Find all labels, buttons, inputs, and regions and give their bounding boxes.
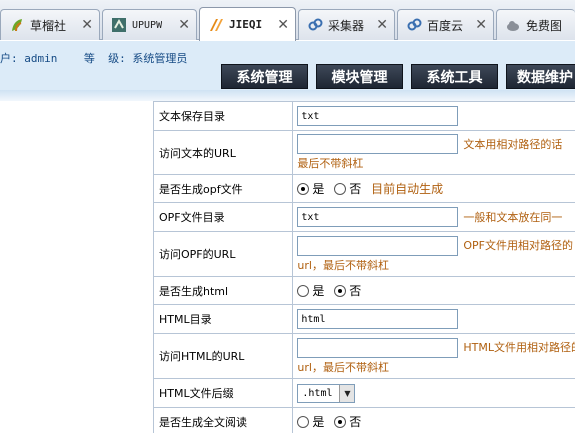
field-label: 是否生成opf文件 [152,174,294,203]
browser-tab-5[interactable]: 免费图 [496,9,575,40]
browser-tab-3[interactable]: 采集器 ✕ [298,9,395,40]
nav-system-manage[interactable]: 系统管理 [221,64,308,89]
main-nav: 系统管理 模块管理 系统工具 数据维护 [221,64,575,89]
link-icon [307,17,323,33]
field-label: 访问HTML的URL [152,333,294,379]
radio-label: 否 [349,182,362,196]
html-suffix-select[interactable]: .html ▼ [297,383,356,403]
close-icon[interactable]: ✕ [178,17,190,33]
nav-system-tools[interactable]: 系统工具 [411,64,498,89]
table-row: 是否生成全文阅读 是 否 [152,407,575,433]
field-label: 是否生成html [152,276,294,305]
opf-no-radio[interactable] [334,182,347,195]
field-hint: 目前自动生成 [371,182,444,196]
text-save-dir-input[interactable] [297,106,459,126]
browser-tab-0[interactable]: 草榴社 ✕ [0,9,100,40]
opf-dir-input[interactable] [297,207,459,227]
fulltext-no-radio[interactable] [334,415,347,428]
opf-url-input[interactable] [297,235,459,256]
radio-label: 否 [349,284,362,298]
field-hint: OPF文件用相对路径的 [463,239,574,252]
main-content: 文本保存目录 访问文本的URL 文本用相对路径的话 最后不带斜杠 是否生成opf… [0,101,575,433]
chevron-down-icon[interactable]: ▼ [339,384,355,402]
tab-label: 采集器 [328,18,365,33]
radio-label: 否 [349,415,362,429]
tab-label: 草榴社 [30,18,67,33]
table-row: 访问文本的URL 文本用相对路径的话 最后不带斜杠 [152,130,575,175]
field-label: 是否生成全文阅读 [152,407,294,433]
table-row: 访问HTML的URL HTML文件用相对路径的 url，最后不带斜杠 [152,333,575,379]
jieqi-icon [208,17,224,33]
field-label: 文本保存目录 [152,101,294,131]
nav-module-manage[interactable]: 模块管理 [316,64,403,89]
tab-label: UPUPW [132,19,163,31]
table-row: 文本保存目录 [152,101,575,131]
select-value: .html [302,387,333,399]
settings-form: 文本保存目录 访问文本的URL 文本用相对路径的话 最后不带斜杠 是否生成opf… [152,101,575,433]
browser-tab-bar: 草榴社 ✕ UPUPW ✕ JIEQI ✕ 采集器 ✕ 百度云 ✕ 免费图 [0,0,575,41]
table-row: 是否生成html 是 否 [152,276,575,305]
user-info: 户: admin 等 级: 系统管理员 [0,52,188,65]
browser-tab-1[interactable]: UPUPW ✕ [102,9,197,40]
table-row: 访问OPF的URL OPF文件用相对路径的 url，最后不带斜杠 [152,231,575,277]
radio-label: 是 [312,284,325,298]
fulltext-yes-radio[interactable] [297,415,310,428]
field-hint: url，最后不带斜杠 [297,360,389,374]
tab-label: 免费图 [526,18,563,33]
field-hint: HTML文件用相对路径的 [463,341,575,354]
field-label: 访问文本的URL [152,130,294,175]
radio-label: 是 [312,182,325,196]
field-label: 访问OPF的URL [152,231,294,277]
table-row: HTML文件后缀 .html ▼ [152,378,575,408]
tab-label: 百度云 [427,18,464,33]
field-label: HTML目录 [152,304,294,334]
admin-header: 户: admin 等 级: 系统管理员 系统管理 模块管理 系统工具 数据维护 [0,41,575,101]
html-yes-radio[interactable] [297,284,310,297]
field-hint: 最后不带斜杠 [297,157,364,170]
radio-label: 是 [312,415,325,429]
text-url-input[interactable] [297,134,459,154]
tab-label: JIEQI [229,18,263,31]
html-no-radio[interactable] [334,284,347,297]
link-icon [406,17,422,33]
close-icon[interactable]: ✕ [475,17,487,33]
browser-tab-2[interactable]: JIEQI ✕ [199,7,296,41]
table-row: HTML目录 [152,304,575,334]
field-hint: url，最后不带斜杠 [297,258,389,272]
nav-data-maintain[interactable]: 数据维护 [506,64,575,89]
table-row: OPF文件目录 一般和文本放在同一 [152,202,575,232]
field-hint: 文本用相对路径的话 [463,137,563,151]
close-icon[interactable]: ✕ [376,17,388,33]
upupw-icon [111,17,127,33]
header-divider [0,90,575,101]
table-row: 是否生成opf文件 是 否 目前自动生成 [152,174,575,203]
field-label: HTML文件后缀 [152,378,294,408]
field-label: OPF文件目录 [152,202,294,232]
close-icon[interactable]: ✕ [81,17,93,33]
cloud-icon [505,17,521,33]
browser-tab-4[interactable]: 百度云 ✕ [397,9,494,40]
html-dir-input[interactable] [297,309,459,329]
html-url-input[interactable] [297,337,459,358]
leaf-icon [9,17,25,33]
close-icon[interactable]: ✕ [277,17,289,33]
field-hint: 一般和文本放在同一 [463,210,563,224]
opf-yes-radio[interactable] [297,182,310,195]
